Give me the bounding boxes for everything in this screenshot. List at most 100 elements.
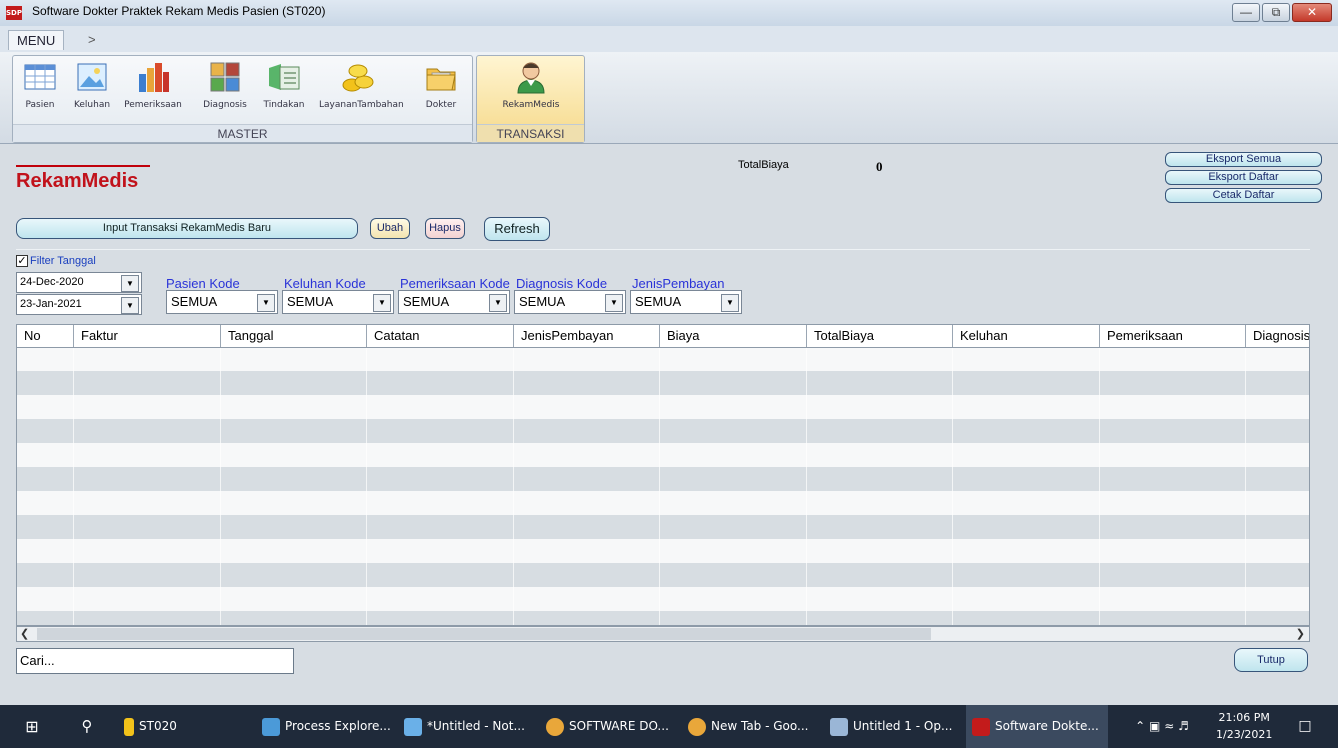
close-button[interactable]: ✕: [1292, 3, 1332, 22]
eksport-semua-button[interactable]: Eksport Semua: [1165, 152, 1322, 167]
hapus-button[interactable]: Hapus: [425, 218, 465, 239]
menu-bar: [0, 26, 1338, 52]
table-row[interactable]: [17, 515, 1309, 539]
chevron-down-icon[interactable]: ▼: [257, 294, 275, 312]
ubah-button[interactable]: Ubah: [370, 218, 410, 239]
app-icon: [972, 717, 990, 736]
chevron-right-icon[interactable]: ❯: [1296, 627, 1305, 640]
diagnosis-kode-value: SEMUA: [519, 294, 566, 309]
keluhan-kode-value: SEMUA: [287, 294, 334, 309]
column-header[interactable]: Keluhan: [953, 325, 1100, 347]
ribbon-pasien-button[interactable]: Pasien: [21, 60, 59, 118]
column-header[interactable]: Tanggal: [221, 325, 367, 347]
column-header[interactable]: Diagnosis: [1246, 325, 1309, 347]
eksport-daftar-button[interactable]: Eksport Daftar: [1165, 170, 1322, 185]
taskbar-item[interactable]: Untitled 1 - Op...: [824, 705, 960, 748]
scrollbar-thumb[interactable]: [37, 628, 931, 640]
taskbar-item[interactable]: *Untitled - Not...: [398, 705, 534, 748]
column-header[interactable]: No: [17, 325, 74, 347]
table-row[interactable]: [17, 611, 1309, 625]
coins-icon: [341, 60, 375, 94]
ribbon-group-label: TRANSAKSI: [477, 124, 584, 142]
system-tray-icons[interactable]: ⌃ ▣ ≈ ♬: [1114, 705, 1210, 748]
filter-tanggal-checkbox[interactable]: ✓: [16, 255, 28, 267]
chevron-down-icon[interactable]: ▼: [121, 297, 139, 314]
pasien-kode-label: Pasien Kode: [166, 276, 240, 291]
taskbar-item[interactable]: Process Explore...: [256, 705, 392, 748]
taskbar-item[interactable]: ST020: [118, 705, 248, 748]
menu-expand-arrow[interactable]: >: [80, 30, 104, 50]
filter-tanggal-label: Filter Tanggal: [30, 255, 96, 267]
table-row[interactable]: [17, 467, 1309, 491]
minimize-button[interactable]: —: [1232, 3, 1260, 22]
chevron-down-icon[interactable]: ▼: [605, 294, 623, 312]
taskbar-item[interactable]: SOFTWARE DO...: [540, 705, 676, 748]
pemeriksaan-kode-select[interactable]: SEMUA ▼: [398, 290, 510, 314]
column-header[interactable]: JenisPembayan: [514, 325, 660, 347]
ribbon-keluhan-button[interactable]: Keluhan: [71, 60, 113, 118]
ribbon-rekammedis-button[interactable]: RekamMedis: [497, 60, 565, 118]
ribbon-group-label: MASTER: [13, 124, 472, 142]
date-to-picker[interactable]: 23-Jan-2021 ▼: [16, 294, 142, 315]
pasien-kode-value: SEMUA: [171, 294, 218, 309]
list-icon: [267, 60, 301, 94]
pemeriksaan-kode-label: Pemeriksaan Kode: [400, 276, 510, 291]
app-icon: SDP: [6, 6, 22, 20]
ribbon-dokter-button[interactable]: Dokter: [421, 60, 461, 118]
ribbon-label: RekamMedis: [502, 100, 560, 110]
chevron-down-icon[interactable]: ▼: [721, 294, 739, 312]
taskbar-item-label: New Tab - Goo...: [711, 719, 809, 733]
column-header[interactable]: Faktur: [74, 325, 221, 347]
taskbar-item-label: ST020: [139, 719, 177, 733]
page-title: RekamMedis: [16, 170, 139, 192]
separator: [16, 249, 1310, 250]
column-header[interactable]: Biaya: [660, 325, 807, 347]
table-row[interactable]: [17, 371, 1309, 395]
chevron-down-icon[interactable]: ▼: [121, 275, 139, 292]
ribbon-layanantambahan-button[interactable]: LayananTambahan: [319, 60, 404, 118]
title-underline: [16, 165, 150, 167]
refresh-button[interactable]: Refresh: [484, 217, 550, 241]
grid-header: No Faktur Tanggal Catatan JenisPembayan …: [17, 325, 1309, 348]
chevron-down-icon[interactable]: ▼: [373, 294, 391, 312]
input-transaksi-baru-button[interactable]: Input Transaksi RekamMedis Baru: [16, 218, 358, 239]
taskbar-clock[interactable]: 21:06 PM 1/23/2021: [1216, 709, 1272, 743]
search-input[interactable]: Cari...: [16, 648, 294, 674]
horizontal-scrollbar[interactable]: ❮ ❯: [16, 626, 1310, 642]
table-row[interactable]: [17, 563, 1309, 587]
pasien-kode-select[interactable]: SEMUA ▼: [166, 290, 278, 314]
notification-icon[interactable]: □: [1290, 705, 1320, 748]
taskbar-item-active[interactable]: Software Dokte...: [966, 705, 1108, 748]
column-header[interactable]: Catatan: [367, 325, 514, 347]
keluhan-kode-label: Keluhan Kode: [284, 276, 366, 291]
pemeriksaan-kode-value: SEMUA: [403, 294, 450, 309]
ribbon-label: Tindakan: [263, 100, 305, 110]
tutup-button[interactable]: Tutup: [1234, 648, 1308, 672]
ribbon-label: LayananTambahan: [319, 100, 404, 110]
ribbon-pemeriksaan-button[interactable]: Pemeriksaan: [123, 60, 183, 118]
keluhan-kode-select[interactable]: SEMUA ▼: [282, 290, 394, 314]
bar-chart-icon: [136, 60, 170, 94]
date-from-value: 24-Dec-2020: [20, 276, 84, 288]
search-icon[interactable]: ⚲: [72, 705, 102, 748]
totalbiaya-value: 0: [876, 159, 883, 174]
cetak-daftar-button[interactable]: Cetak Daftar: [1165, 188, 1322, 203]
taskbar-item[interactable]: New Tab - Goo...: [682, 705, 818, 748]
maximize-button[interactable]: ⧉: [1262, 3, 1290, 22]
column-header[interactable]: Pemeriksaan: [1100, 325, 1246, 347]
ribbon-diagnosis-button[interactable]: Diagnosis: [199, 60, 251, 118]
taskbar-item-label: Untitled 1 - Op...: [853, 719, 953, 733]
jenis-pembayaran-select[interactable]: SEMUA ▼: [630, 290, 742, 314]
menu-tab[interactable]: MENU: [8, 30, 65, 50]
data-grid[interactable]: No Faktur Tanggal Catatan JenisPembayan …: [16, 324, 1310, 626]
taskbar-item-label: *Untitled - Not...: [427, 719, 525, 733]
table-row[interactable]: [17, 419, 1309, 443]
ribbon-tindakan-button[interactable]: Tindakan: [261, 60, 307, 118]
column-header[interactable]: TotalBiaya: [807, 325, 953, 347]
chevron-left-icon[interactable]: ❮: [20, 627, 29, 640]
diagnosis-kode-select[interactable]: SEMUA ▼: [514, 290, 626, 314]
taskbar-item-label: SOFTWARE DO...: [569, 719, 669, 733]
date-from-picker[interactable]: 24-Dec-2020 ▼: [16, 272, 142, 293]
chevron-down-icon[interactable]: ▼: [489, 294, 507, 312]
windows-start-icon[interactable]: ⊞: [12, 705, 52, 748]
